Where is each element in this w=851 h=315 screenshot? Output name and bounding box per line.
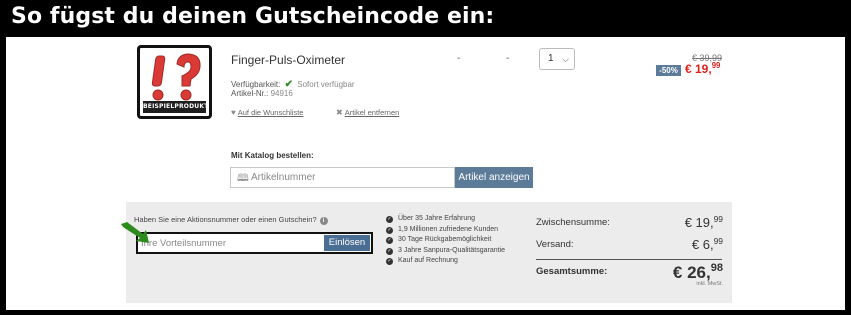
availability-label: Verfügbarkeit: bbox=[231, 80, 281, 89]
discount-badge: -50% bbox=[656, 65, 681, 76]
benefit-item: ✓ 1,9 Millionen zufriedene Kunden bbox=[386, 225, 505, 236]
subtotal-label: Zwischensumme: bbox=[536, 217, 610, 228]
benefit-item: ✓ Über 35 Jahre Erfahrung bbox=[386, 214, 505, 225]
new-price-main: € 19, bbox=[685, 62, 712, 76]
shipping-main: € 6, bbox=[691, 237, 714, 252]
summary-divider bbox=[536, 259, 722, 260]
coupon-input[interactable] bbox=[141, 236, 319, 250]
benefit-item: ✓ 3 Jahre Sanpura-Qualitätsgarantie bbox=[386, 246, 505, 257]
quantity-value: 1 bbox=[548, 53, 554, 64]
cart-panel: BEISPIELPRODUKT Finger-Puls-Oximeter Ver… bbox=[6, 37, 845, 310]
benefit-item: ✓ Kauf auf Rechnung bbox=[386, 256, 505, 267]
remove-link-label: Artikel entfernen bbox=[344, 108, 400, 117]
benefit-text: Über 35 Jahre Erfahrung bbox=[398, 215, 476, 222]
product-image-badge: BEISPIELPRODUKT bbox=[143, 101, 208, 113]
benefit-item: ✓ 30 Tage Rückgabemöglichkeit bbox=[386, 235, 505, 246]
total-main: € 26, bbox=[672, 263, 711, 282]
article-number: Artikel-Nr.: 94916 bbox=[231, 89, 293, 98]
redeem-button[interactable]: Einlösen bbox=[324, 235, 370, 251]
catalog-input[interactable] bbox=[251, 170, 451, 185]
heart-icon: ♥ bbox=[231, 108, 236, 117]
placeholder-dash: - bbox=[506, 53, 510, 64]
subtotal-main: € 19, bbox=[684, 215, 714, 230]
check-circle-icon: ✓ bbox=[386, 237, 393, 244]
total-value: € 26,98 bbox=[672, 262, 723, 283]
question-exclamation-icon bbox=[151, 53, 201, 101]
checkout-summary-box: Haben Sie eine Aktionsnummer oder einen … bbox=[121, 202, 732, 303]
article-number-label: Artikel-Nr.: bbox=[231, 89, 269, 98]
check-circle-icon: ✓ bbox=[386, 247, 393, 255]
check-circle-icon: ✓ bbox=[386, 216, 393, 223]
shipping-label: Versand: bbox=[536, 239, 574, 250]
new-price-cents: 99 bbox=[711, 61, 721, 70]
wishlist-link-label: Auf die Wunschliste bbox=[237, 108, 304, 117]
check-circle-icon: ✓ bbox=[386, 258, 393, 265]
remove-link[interactable]: ✖ Artikel entfernen bbox=[336, 108, 399, 117]
coupon-form: Einlösen bbox=[136, 232, 373, 254]
article-number-value: 94916 bbox=[270, 89, 293, 98]
shipping-cents: 99 bbox=[713, 236, 723, 246]
coupon-question: Haben Sie eine Aktionsnummer oder einen … bbox=[134, 215, 328, 225]
vat-note: inkl. MwSt. bbox=[696, 281, 723, 287]
wishlist-link[interactable]: ♥ Auf die Wunschliste bbox=[231, 108, 303, 117]
coupon-question-text: Haben Sie eine Aktionsnummer oder einen … bbox=[134, 215, 317, 224]
catalog-field[interactable]: 🕮 bbox=[230, 167, 455, 188]
new-price: € 19,99 bbox=[685, 61, 721, 76]
benefit-text: 1,9 Millionen zufriedene Kunden bbox=[398, 225, 499, 233]
placeholder-dash: - bbox=[457, 53, 461, 64]
close-icon: ✖ bbox=[336, 108, 343, 117]
product-name[interactable]: Finger-Puls-Oximeter bbox=[231, 53, 345, 67]
benefits-list: ✓ Über 35 Jahre Erfahrung ✓ 1,9 Millionen … bbox=[386, 214, 505, 267]
catalog-label: Mit Katalog bestellen: bbox=[231, 151, 314, 160]
banner-title: So fügst du deinen Gutscheincode ein: bbox=[11, 4, 495, 29]
subtotal-value: € 19,99 bbox=[684, 214, 723, 230]
benefit-text: Kauf auf Rechnung bbox=[398, 257, 458, 264]
info-icon[interactable]: i bbox=[319, 217, 328, 225]
chevron-down-icon: ⌵ bbox=[562, 54, 569, 64]
availability-value: Sofort verfügbar bbox=[297, 80, 355, 89]
book-icon: 🕮 bbox=[237, 173, 249, 184]
benefit-text: 30 Tage Rückgabemöglichkeit bbox=[398, 236, 492, 243]
show-article-button[interactable]: Artikel anzeigen bbox=[455, 167, 533, 188]
benefit-text: 3 Jahre Sanpura-Qualitätsgarantie bbox=[398, 246, 506, 254]
product-image[interactable]: BEISPIELPRODUKT bbox=[137, 45, 212, 119]
subtotal-cents: 99 bbox=[713, 214, 723, 224]
green-arrow-icon bbox=[121, 222, 149, 243]
total-cents: 98 bbox=[710, 262, 723, 274]
banner: So fügst du deinen Gutscheincode ein: bbox=[0, 0, 851, 37]
quantity-select[interactable]: 1 ⌵ bbox=[539, 48, 575, 70]
shipping-value: € 6,99 bbox=[691, 236, 723, 252]
check-circle-icon: ✓ bbox=[386, 226, 393, 234]
total-label: Gesamtsumme: bbox=[536, 266, 608, 277]
